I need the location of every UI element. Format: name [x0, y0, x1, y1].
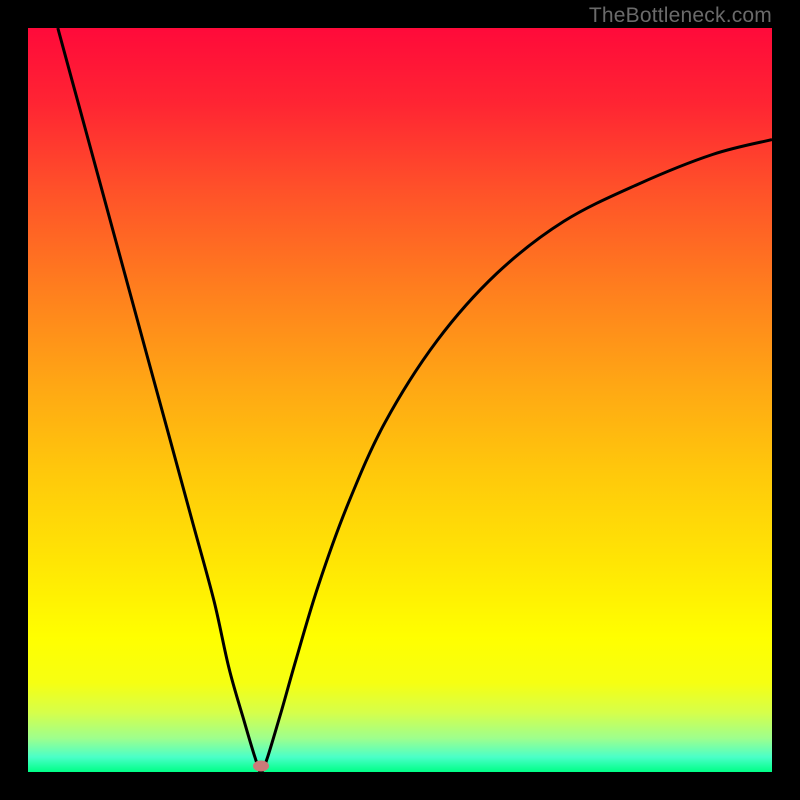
plot-area: [28, 28, 772, 772]
chart-frame: TheBottleneck.com: [0, 0, 800, 800]
watermark-text: TheBottleneck.com: [589, 4, 772, 28]
minimum-marker: [253, 761, 269, 772]
bottleneck-curve: [58, 28, 772, 772]
curve-layer: [28, 28, 772, 772]
